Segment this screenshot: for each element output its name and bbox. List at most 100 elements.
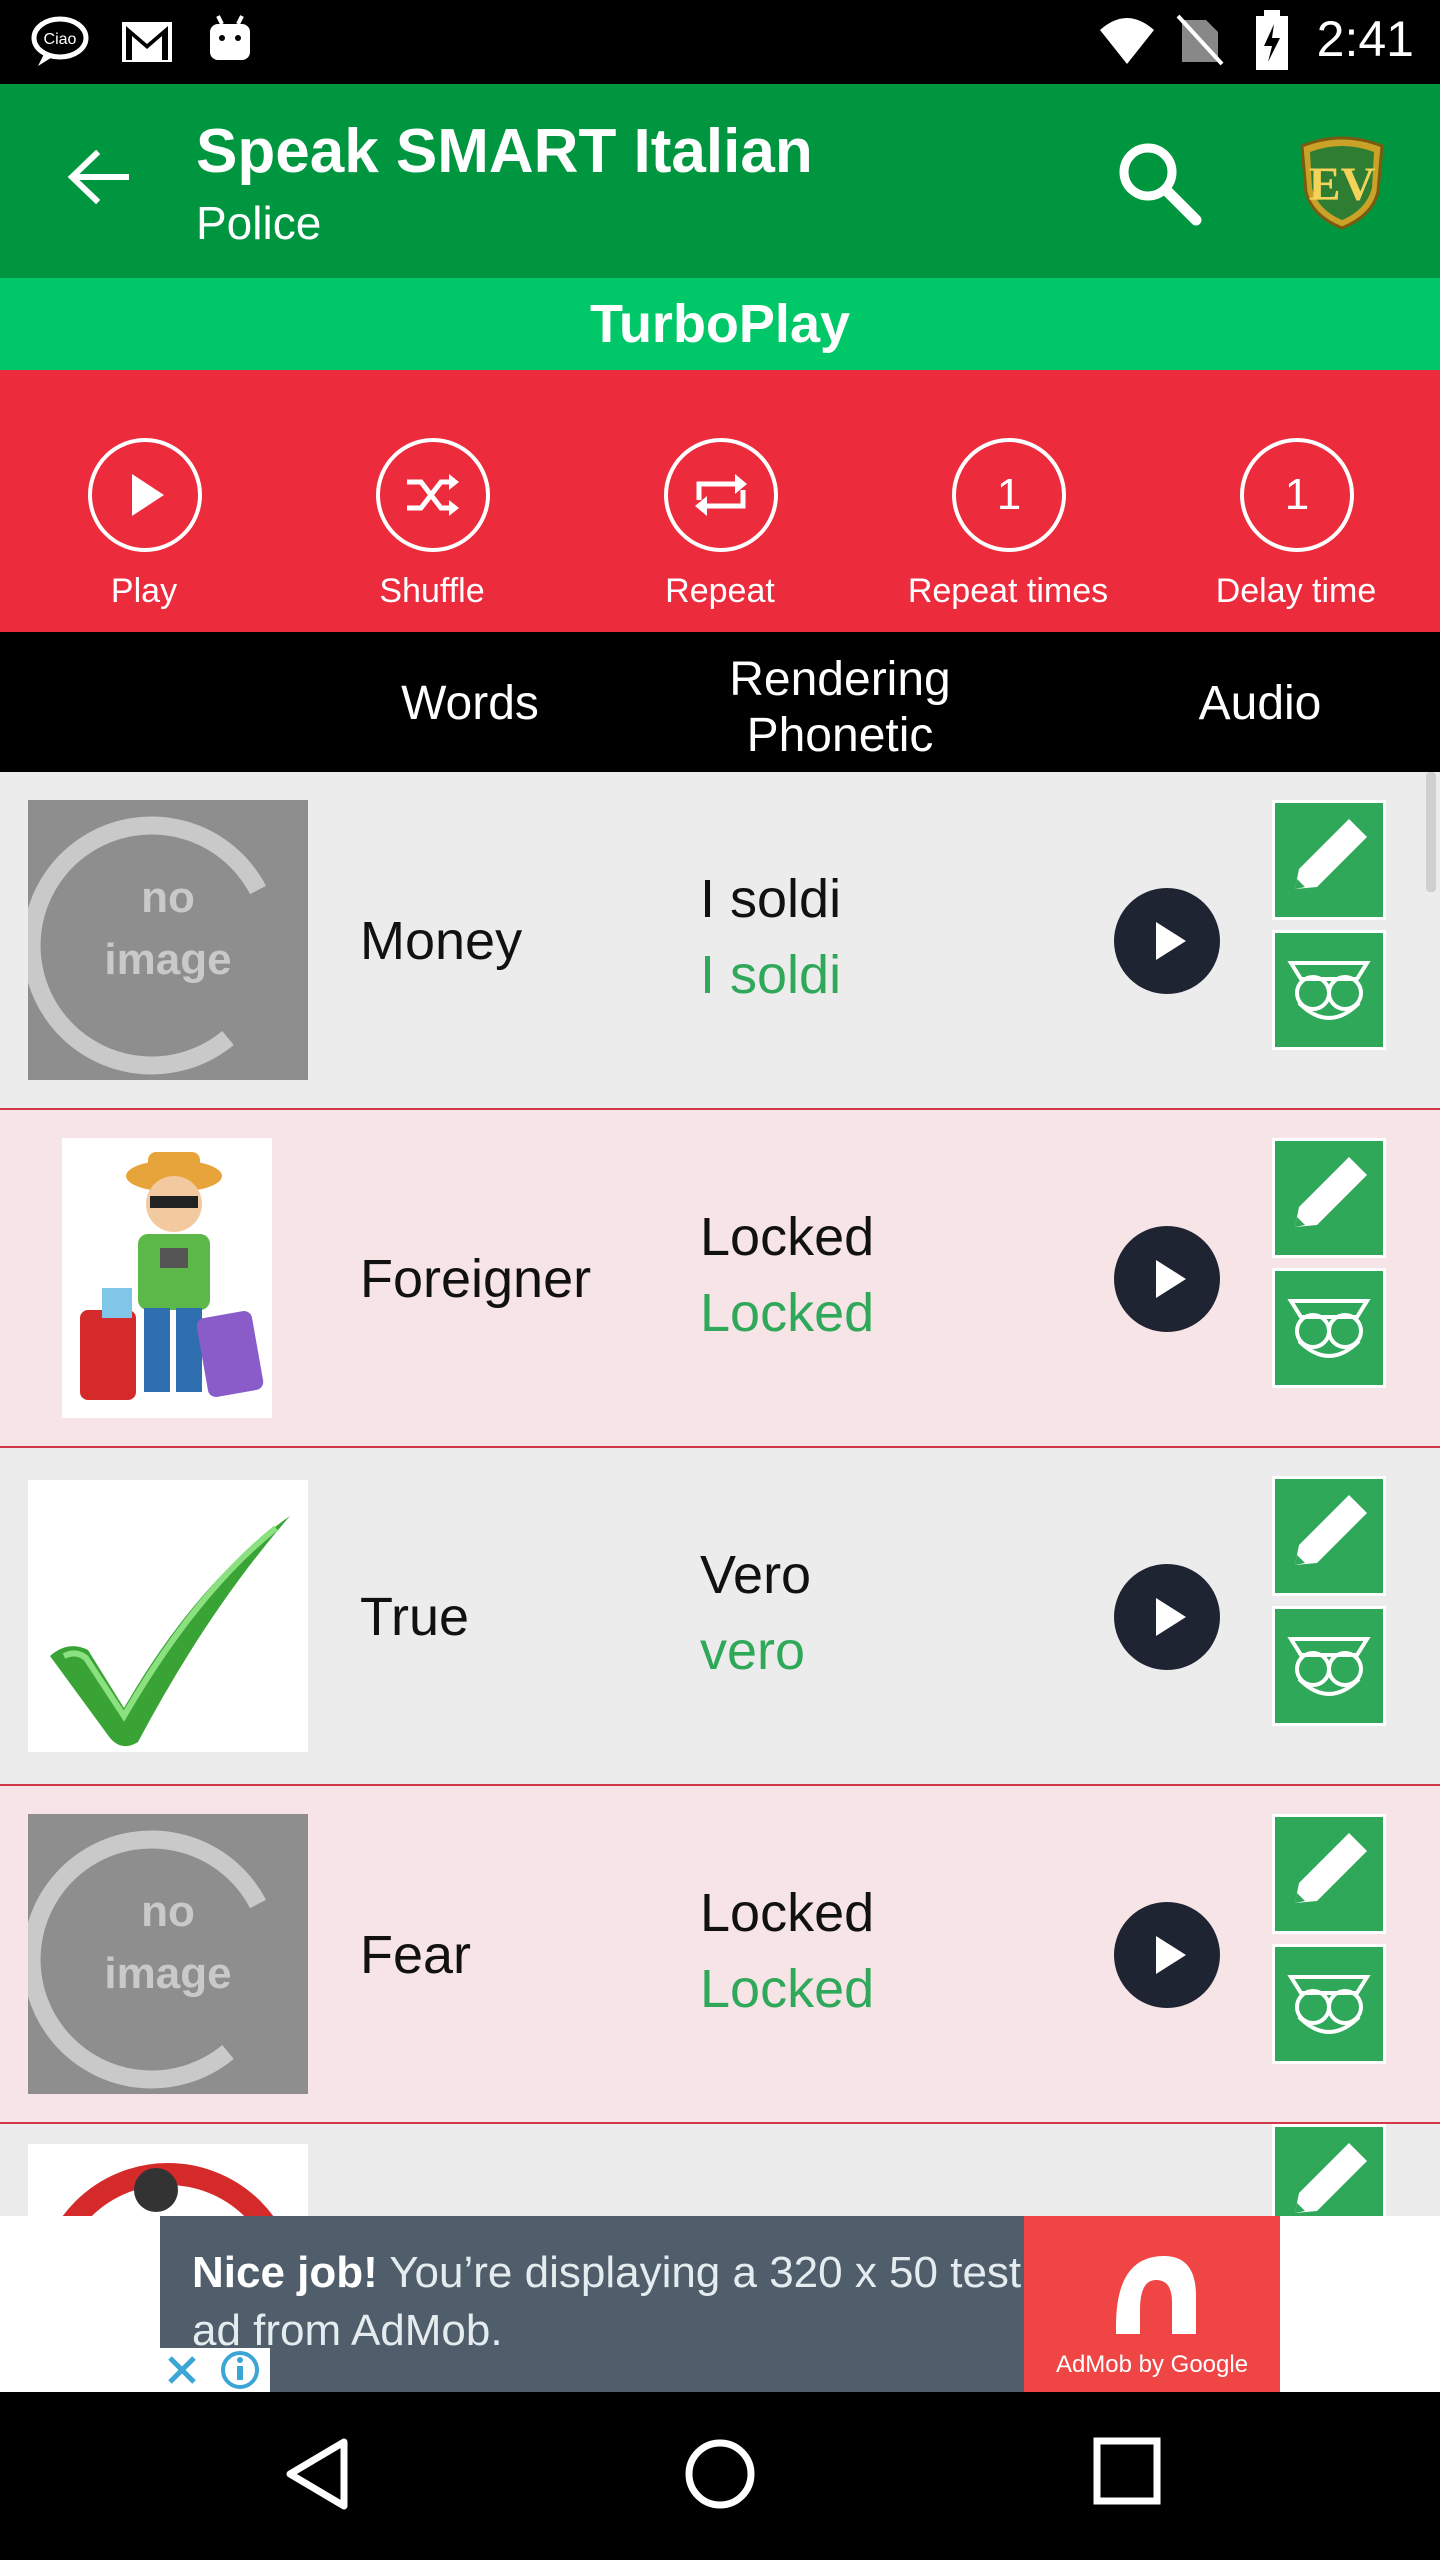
status-bar: Ciao 2:41 [0, 0, 1440, 84]
ev-logo-icon[interactable]: EV [1294, 132, 1390, 232]
svg-text:no: no [141, 873, 195, 922]
delay-time-control[interactable]: 1 Delay time [1152, 370, 1440, 632]
header-phonetic: Phonetic [746, 709, 934, 762]
table-row[interactable]: no image Fear Locked Locked [0, 1786, 1440, 2124]
row-phonetic: Locked [700, 1959, 875, 2019]
gmail-icon [122, 22, 172, 62]
owl-button[interactable] [1272, 1944, 1386, 2064]
word-list: no image Money I soldi I soldi Foreigner… [0, 772, 1440, 2216]
ciao-app-icon: Ciao [31, 16, 89, 66]
edit-button[interactable] [1272, 1814, 1386, 1934]
play-icon [1156, 1936, 1186, 1974]
header-words: Words [401, 677, 539, 730]
row-rendering: Locked [700, 1883, 875, 1943]
table-row[interactable]: Foreigner Locked Locked [0, 1110, 1440, 1448]
edit-button[interactable] [1272, 1476, 1386, 1596]
header-rendering: Rendering [729, 653, 951, 706]
row-word: Fear [360, 1925, 472, 1985]
table-header: Words Rendering Phonetic Audio [0, 632, 1440, 772]
row-rendering: I soldi [700, 869, 842, 929]
table-row[interactable] [0, 2124, 1440, 2216]
delay-time-value[interactable]: 1 [1240, 438, 1354, 552]
svg-text:image: image [104, 935, 231, 984]
recents-square-icon[interactable] [1092, 2436, 1162, 2506]
row-rendering: Vero [700, 1545, 812, 1605]
ad-choices-icon[interactable] [160, 2348, 270, 2392]
row-rendering: Locked [700, 1207, 875, 1267]
arrow-left-icon[interactable] [66, 148, 130, 206]
row-word: Money [360, 911, 523, 971]
repeat-icon [695, 474, 747, 516]
repeat-control-button[interactable] [664, 438, 778, 552]
owl-button[interactable] [1272, 930, 1386, 1050]
row-image-checkmark [28, 1480, 308, 1752]
svg-text:AdMob by Google: AdMob by Google [1056, 2351, 1248, 2378]
home-circle-icon[interactable] [682, 2436, 758, 2512]
play-control[interactable]: Play [0, 370, 288, 632]
admob-logo: AdMob by Google [1024, 2216, 1280, 2392]
row-image-tourist [62, 1138, 272, 1418]
owl-icon [1287, 1299, 1371, 1358]
repeat-label: Repeat [665, 572, 775, 610]
row-phonetic: I soldi [700, 945, 842, 1005]
battery-charging-icon [1256, 10, 1288, 70]
pencil-icon [1295, 819, 1367, 889]
no-sim-icon [1176, 14, 1224, 66]
owl-button[interactable] [1272, 1606, 1386, 1726]
audio-play-button[interactable] [1114, 1226, 1220, 1332]
pencil-icon [1295, 1157, 1367, 1227]
repeat-times-value[interactable]: 1 [952, 438, 1066, 552]
repeat-times-label: Repeat times [907, 572, 1109, 610]
play-icon [1156, 1598, 1186, 1636]
shuffle-icon [407, 474, 459, 516]
edit-button[interactable] [1272, 800, 1386, 920]
row-image-no-image: no image [28, 1814, 308, 2094]
wifi-icon [1100, 18, 1154, 64]
shuffle-control-button[interactable] [376, 438, 490, 552]
app-subtitle: Police [196, 197, 322, 249]
audio-play-button[interactable] [1114, 1564, 1220, 1670]
turboplay-bar[interactable]: TurboPlay [0, 278, 1440, 370]
app-bar: Speak SMART Italian Police EV [0, 84, 1440, 278]
audio-play-button[interactable] [1114, 888, 1220, 994]
app-title: Speak SMART Italian [196, 117, 813, 186]
repeat-control[interactable]: Repeat [576, 370, 864, 632]
ad-text: Nice job! You’re displaying a 320 x 50 t… [192, 2248, 1022, 2355]
owl-icon [1287, 961, 1371, 1020]
svg-text:no: no [141, 1887, 195, 1936]
play-control-button[interactable] [88, 438, 202, 552]
edit-button[interactable] [1272, 1138, 1386, 1258]
scrollbar[interactable] [1426, 772, 1436, 892]
row-word: Foreigner [360, 1249, 592, 1309]
header-audio: Audio [1198, 677, 1322, 730]
logo-text: EV [1309, 158, 1376, 211]
android-icon [210, 15, 250, 60]
row-image-no-image: no image [28, 800, 308, 1080]
status-time: 2:41 [1316, 11, 1414, 67]
edit-button[interactable] [1272, 2124, 1386, 2216]
audio-play-button[interactable] [1114, 1902, 1220, 2008]
table-row[interactable]: True Vero vero [0, 1448, 1440, 1786]
shuffle-control[interactable]: Shuffle [288, 370, 576, 632]
play-icon [1156, 1260, 1186, 1298]
repeat-times-control[interactable]: 1 Repeat times [864, 370, 1152, 632]
play-icon [132, 474, 164, 516]
search-icon[interactable] [1114, 138, 1204, 228]
pencil-icon [1295, 1833, 1367, 1903]
svg-text:Ciao: Ciao [44, 31, 77, 48]
row-image-prohibition [28, 2144, 308, 2216]
row-phonetic: vero [700, 1621, 806, 1681]
table-row[interactable]: no image Money I soldi I soldi [0, 772, 1440, 1110]
back-triangle-icon[interactable] [282, 2436, 352, 2512]
delay-time-label: Delay time [1215, 572, 1377, 610]
admob-banner[interactable]: Nice job! You’re displaying a 320 x 50 t… [160, 2216, 1280, 2392]
pencil-icon [1295, 2143, 1367, 2213]
owl-icon [1287, 1975, 1371, 2034]
shuffle-label: Shuffle [379, 572, 485, 610]
owl-button[interactable] [1272, 1268, 1386, 1388]
row-phonetic: Locked [700, 1283, 875, 1343]
play-icon [1156, 922, 1186, 960]
pencil-icon [1295, 1495, 1367, 1565]
owl-icon [1287, 1637, 1371, 1696]
playback-controls: Play Shuffle Repeat 1 Repeat times 1 Del… [0, 370, 1440, 632]
